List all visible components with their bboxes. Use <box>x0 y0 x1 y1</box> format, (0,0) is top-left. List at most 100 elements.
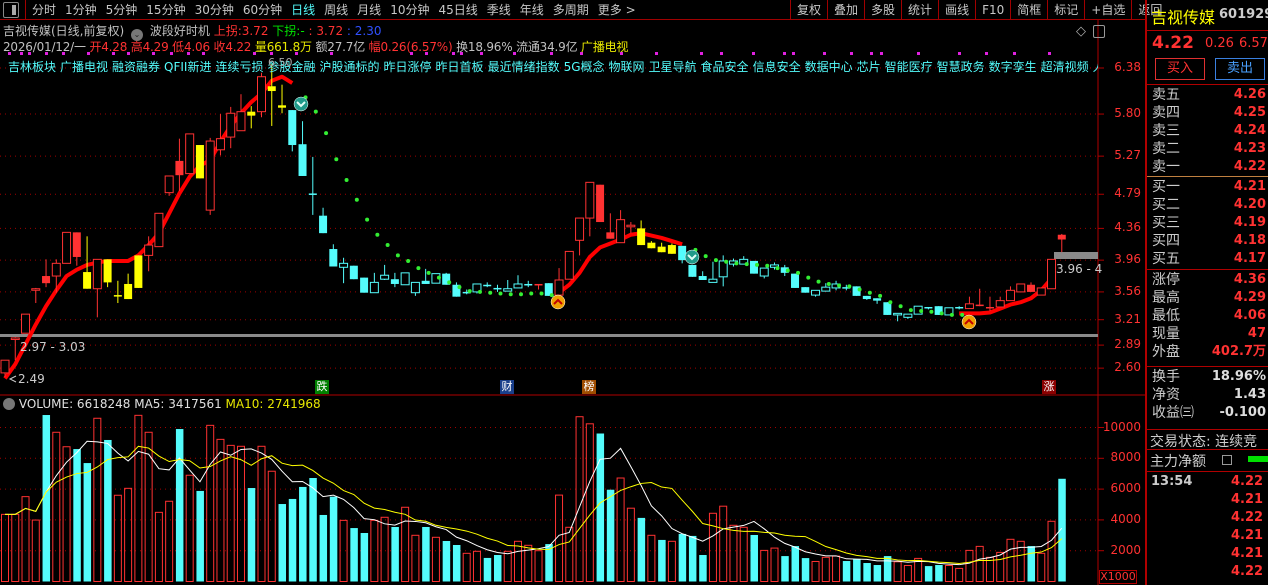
candle <box>964 303 974 310</box>
tab-period[interactable]: 15分钟 <box>146 1 185 18</box>
concept-tag[interactable]: 融资融券 <box>112 58 160 75</box>
trend-down-dot <box>395 253 400 258</box>
concept-tag[interactable]: 昨日首板 <box>436 58 484 75</box>
marker-rise[interactable]: 涨 <box>1042 380 1056 394</box>
candle <box>124 283 133 300</box>
concept-tag[interactable]: QFII新进 <box>164 58 211 75</box>
row-value: 1.43 <box>1233 387 1266 402</box>
row-value: 4.19 <box>1233 215 1266 230</box>
candle <box>42 276 51 284</box>
volume-bar <box>1047 520 1056 583</box>
toolbar-button[interactable]: 多股 <box>864 0 901 20</box>
volume-bar <box>175 429 184 582</box>
trend-down-dot <box>365 217 370 222</box>
tab-period[interactable]: 5分钟 <box>106 1 138 18</box>
layout-toggle-icon[interactable] <box>3 1 19 18</box>
toolbar-button[interactable]: 标记 <box>1047 0 1084 20</box>
marker-fall[interactable]: 跌 <box>315 380 329 394</box>
indicator-name[interactable]: 波段好时机 <box>150 24 210 38</box>
concept-tag[interactable]: 食品安全 <box>701 58 749 75</box>
tab-period[interactable]: 30分钟 <box>195 1 234 18</box>
down-turn-label: 下拐: <box>272 24 301 38</box>
concept-tag[interactable]: 数据中心 <box>805 58 853 75</box>
concept-tag[interactable]: 信息安全 <box>753 58 801 75</box>
toolbar-button[interactable]: 画线 <box>938 0 975 20</box>
toolbar-button[interactable]: +自选 <box>1084 0 1131 20</box>
concept-tag[interactable]: 广播电视 <box>60 58 108 75</box>
concept-tag[interactable]: 智慧政务 <box>937 58 985 75</box>
chevron-down-circle-icon[interactable] <box>3 398 15 410</box>
volume-bar <box>647 534 656 582</box>
volume-bar <box>62 446 71 582</box>
toolbar-button[interactable]: 统计 <box>901 0 938 20</box>
volume-bar <box>903 564 912 583</box>
candle <box>21 313 31 334</box>
buy-button[interactable]: 买入 <box>1155 58 1205 80</box>
tab-period[interactable]: 多周期 <box>553 1 589 18</box>
chart-canvas[interactable] <box>0 0 1145 585</box>
sell-button[interactable]: 卖出 <box>1215 58 1265 80</box>
tab-period[interactable]: 月线 <box>357 1 381 18</box>
tab-period[interactable]: 日线 <box>291 1 315 18</box>
candle <box>995 300 1005 308</box>
concept-tag[interactable]: 沪股通标的 <box>320 58 380 75</box>
concept-tag[interactable]: 卫星导航 <box>649 58 697 75</box>
panel-toggle-icon[interactable] <box>1093 25 1105 38</box>
tab-period[interactable]: 周线 <box>324 1 348 18</box>
concept-tag[interactable]: 芯片 <box>857 58 881 75</box>
trend-down-dot <box>385 243 390 248</box>
candle <box>657 246 666 253</box>
candle <box>524 283 533 286</box>
concept-tag[interactable]: 数字孪生 <box>989 58 1037 75</box>
candle <box>759 267 769 277</box>
up-turn-value: 3.72 <box>241 24 269 38</box>
tab-period[interactable]: 季线 <box>487 1 511 18</box>
candle <box>985 306 994 309</box>
volume-ma10-line <box>5 445 1063 564</box>
volume-bar <box>616 477 625 582</box>
tab-period[interactable]: 10分钟 <box>390 1 429 18</box>
concept-tag[interactable]: 最近情绪指数 <box>488 58 560 75</box>
candle <box>390 279 399 284</box>
range-bar-low <box>0 334 1098 337</box>
candle <box>185 133 195 175</box>
concept-tag[interactable]: 昨日涨停 <box>384 58 432 75</box>
tab-period[interactable]: 更多 > <box>598 1 636 18</box>
volume-unit: X1000 <box>1099 570 1137 584</box>
trend-down-dot <box>416 266 421 271</box>
trend-down-dot <box>529 291 534 296</box>
price-axis-label: 4.36 <box>1114 220 1141 235</box>
candle <box>483 284 492 287</box>
tab-period[interactable]: 年线 <box>520 1 544 18</box>
volume-bar <box>288 498 297 582</box>
volume-bar <box>452 545 461 582</box>
concept-tag[interactable]: 物联网 <box>609 58 645 75</box>
concept-tag[interactable]: 连续亏损 <box>215 58 263 75</box>
concept-tag[interactable]: 吉林板块 <box>8 58 56 75</box>
tab-period[interactable]: 1分钟 <box>65 1 97 18</box>
concept-tag[interactable]: 超清视频 <box>1041 58 1089 75</box>
diamond-icon[interactable]: ◇ <box>1076 24 1086 39</box>
candle <box>62 231 72 264</box>
volume-bar <box>863 563 871 582</box>
trend-down-dot <box>929 309 934 314</box>
sector-link[interactable]: 广播电视 <box>581 40 628 54</box>
tab-period[interactable]: 60分钟 <box>243 1 282 18</box>
marker-finance[interactable]: 财 <box>500 380 514 394</box>
list-icon[interactable] <box>1222 455 1232 465</box>
toolbar-button[interactable]: 复权 <box>790 0 827 20</box>
toolbar-button[interactable]: 简框 <box>1010 0 1047 20</box>
tab-period[interactable]: 分时 <box>32 1 56 18</box>
volume-bar <box>688 535 697 582</box>
trend-down-dot <box>744 262 749 267</box>
candle <box>236 111 246 132</box>
toolbar-button[interactable]: F10 <box>975 0 1010 20</box>
candle <box>975 304 984 307</box>
toolbar-button[interactable]: 叠加 <box>827 0 864 20</box>
marker-rank[interactable]: 榜 <box>582 380 596 394</box>
trend-down-dot <box>826 281 831 286</box>
tab-period[interactable]: 45日线 <box>438 1 477 18</box>
concept-tag[interactable]: 智能医疗 <box>885 58 933 75</box>
concept-tag[interactable]: 5G概念 <box>564 58 605 75</box>
volume-bar <box>329 496 338 582</box>
